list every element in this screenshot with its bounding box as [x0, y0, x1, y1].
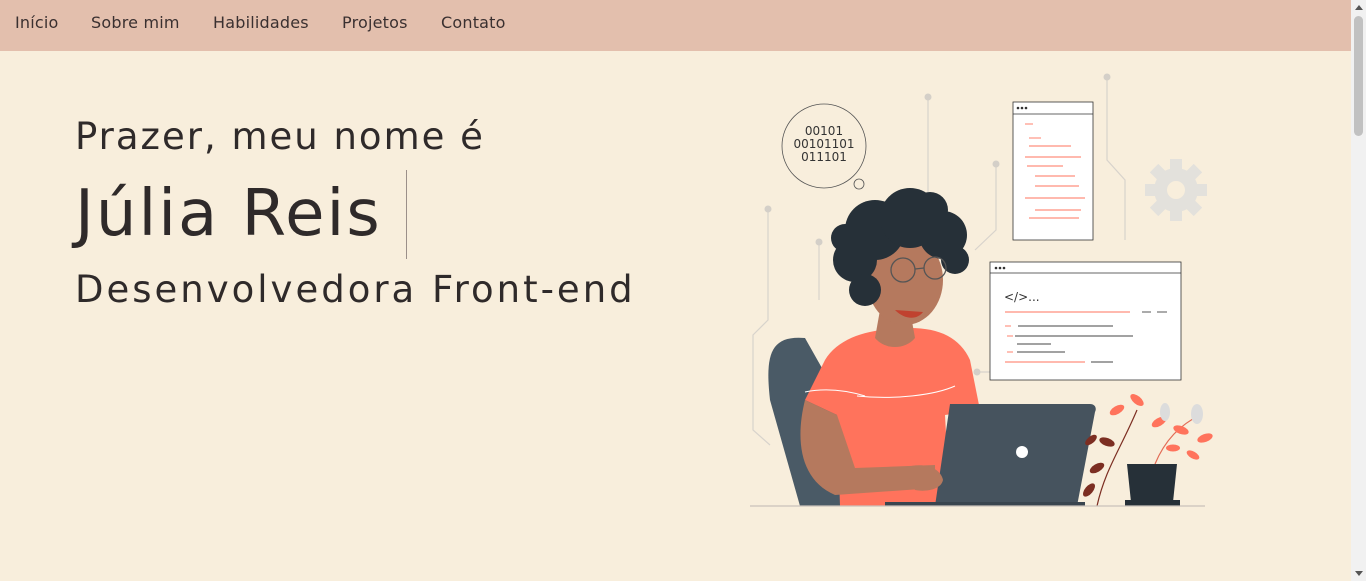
scroll-down-icon[interactable] — [1355, 571, 1363, 576]
nav-link-projetos[interactable]: Projetos — [342, 13, 408, 32]
binary-thought-bubble: 00101 00101101 011101 — [781, 103, 867, 190]
code-window-wide: </>... — [989, 261, 1182, 381]
vertical-scrollbar[interactable] — [1351, 0, 1366, 581]
typing-caret — [406, 170, 407, 259]
nav-link-inicio[interactable]: Início — [15, 13, 59, 32]
scroll-up-icon[interactable] — [1355, 5, 1363, 10]
hero-greeting: Prazer, meu nome é — [75, 115, 485, 158]
plant-icon — [1083, 394, 1213, 507]
nav-link-contato[interactable]: Contato — [441, 13, 506, 32]
developer-illustration: 00101 00101101 011101 </>... — [750, 73, 1213, 507]
code-snippet-text: </>... — [1004, 290, 1040, 304]
hero-name: Júlia Reis — [75, 177, 382, 251]
binary-line-2: 00101101 — [793, 137, 854, 151]
gear-icon — [1145, 159, 1207, 221]
code-window-tall — [1012, 101, 1094, 241]
top-navbar: Início Sobre mim Habilidades Projetos Co… — [0, 0, 1351, 51]
scrollbar-thumb[interactable] — [1354, 16, 1363, 136]
binary-line-3: 011101 — [801, 150, 847, 164]
binary-line-1: 00101 — [805, 124, 843, 138]
nav-link-habilidades[interactable]: Habilidades — [213, 13, 309, 32]
nav-link-sobre-mim[interactable]: Sobre mim — [91, 13, 180, 32]
hero-role: Desenvolvedora Front-end — [75, 268, 636, 311]
